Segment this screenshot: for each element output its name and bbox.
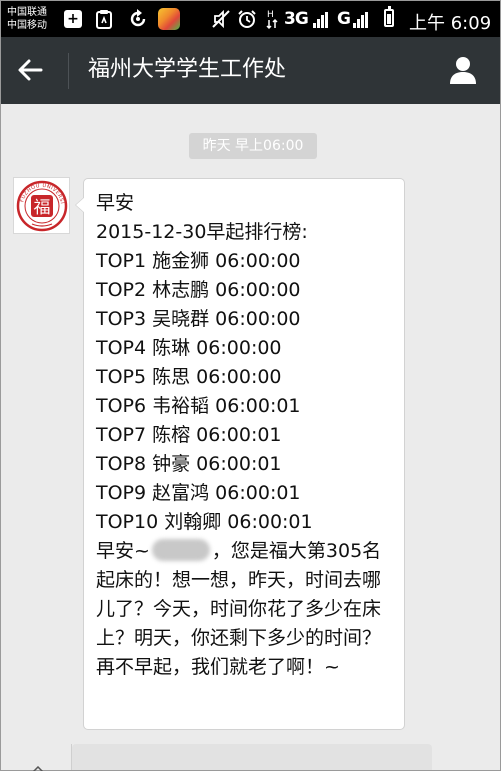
status-bar: 中国联通 中国移动 + H 3G G 上午 6:09 — [1, 1, 500, 37]
ranking-title: 2015-12-30早起排行榜: — [96, 221, 308, 243]
plus-notification-icon: + — [64, 8, 82, 30]
network-type-1: 3G — [284, 9, 309, 29]
ranking-list: TOP1 施金狮 06:00:00 TOP2 林志鹏 06:00:00 TOP3… — [96, 247, 396, 537]
ranking-item: TOP8 钟豪 06:00:01 — [96, 453, 282, 475]
carrier-2: 中国移动 — [7, 20, 47, 31]
network-type-2: G — [337, 9, 351, 29]
university-seal-logo: FUZHOU UNIVERSITY 福 — [16, 180, 67, 231]
svg-text:福: 福 — [33, 198, 50, 218]
clipboard-notification-icon — [94, 8, 114, 30]
profile-button[interactable] — [447, 54, 479, 86]
ranking-item: TOP9 赵富鸿 06:00:01 — [96, 482, 301, 504]
closing-prefix: 早安~ — [96, 540, 150, 562]
mute-icon — [211, 8, 231, 30]
message-greeting: 早安 — [96, 192, 135, 214]
title-divider — [68, 53, 69, 89]
closing-paragraph: 早安~ ，您是福大第305名起床的！想一想，昨天，时间去哪儿了？今天，时间你花了多… — [96, 537, 388, 682]
page-title: 福州大学学生工作处 — [88, 57, 287, 82]
signal-strength-1-icon — [313, 12, 329, 28]
menu-button[interactable] — [72, 744, 432, 770]
redacted-name — [151, 539, 210, 561]
signal-strength-2-icon — [353, 12, 369, 28]
battery-icon — [384, 6, 394, 27]
ranking-item: TOP7 陈榕 06:00:01 — [96, 424, 282, 446]
back-arrow-icon — [18, 59, 43, 81]
ranking-item: TOP6 韦裕韬 06:00:01 — [96, 395, 301, 417]
ranking-item: TOP10 刘翰卿 06:00:01 — [96, 511, 313, 533]
ranking-item: TOP4 陈琳 06:00:00 — [96, 337, 282, 359]
ranking-item: TOP5 陈思 06:00:00 — [96, 366, 282, 388]
ranking-item: TOP1 施金狮 06:00:00 — [96, 250, 301, 272]
message-timestamp: 昨天 早上06:00 — [189, 133, 317, 159]
hd-data-icon: H — [265, 8, 281, 30]
carrier-1: 中国联通 — [7, 7, 47, 18]
refresh-notification-icon — [127, 8, 149, 30]
carrier-labels: 中国联通 中国移动 — [7, 6, 47, 32]
back-button[interactable] — [15, 55, 45, 85]
message-bubble[interactable]: 早安 2015-12-30早起排行榜: TOP1 施金狮 06:00:00 TO… — [75, 178, 405, 730]
message-content: 早安 2015-12-30早起排行榜: TOP1 施金狮 06:00:00 TO… — [96, 189, 396, 682]
title-bar: 福州大学学生工作处 — [1, 37, 500, 104]
ranking-item: TOP3 吴晓群 06:00:00 — [96, 308, 301, 330]
sender-avatar[interactable]: FUZHOU UNIVERSITY 福 — [13, 177, 70, 234]
keyboard-toggle-icon[interactable] — [32, 766, 44, 771]
person-icon — [450, 57, 476, 84]
ranking-item: TOP2 林志鹏 06:00:00 — [96, 279, 301, 301]
svg-text:H: H — [267, 10, 274, 20]
app-store-icon — [158, 8, 180, 30]
input-bar — [1, 744, 500, 771]
status-time: 上午 6:09 — [409, 13, 492, 34]
alarm-icon — [237, 8, 257, 30]
